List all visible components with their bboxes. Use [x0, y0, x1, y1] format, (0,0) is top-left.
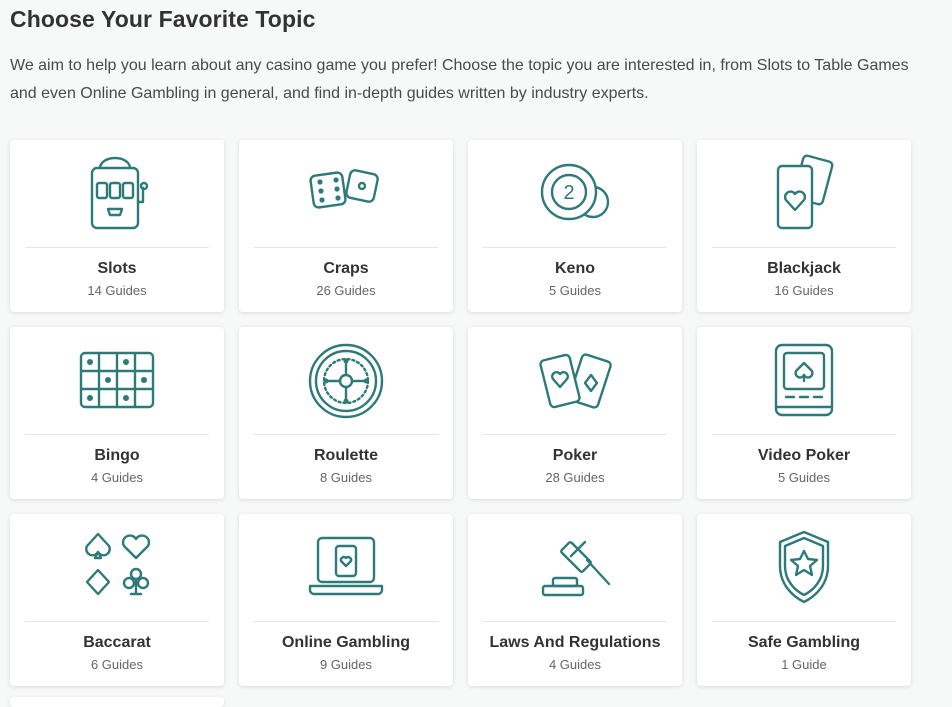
- topic-guide-count: 4 Guides: [548, 657, 602, 672]
- topic-name: Bingo: [94, 447, 140, 464]
- topic-card-craps[interactable]: Craps 26 Guides: [239, 140, 453, 312]
- topic-guide-count: 1 Guide: [781, 657, 827, 672]
- topic-guide-count: 28 Guides: [545, 470, 605, 485]
- topic-card-video-poker[interactable]: Video Poker 5 Guides: [697, 327, 911, 499]
- laptop-card-icon: [306, 528, 386, 608]
- video-poker-machine-icon: [764, 341, 844, 421]
- slot-machine-icon: [77, 154, 157, 234]
- page-title: Choose Your Favorite Topic: [10, 6, 316, 32]
- topic-name: Online Gambling: [281, 634, 410, 651]
- card-divider: [712, 434, 896, 435]
- poker-cards-icon: [535, 341, 615, 421]
- svg-text:2: 2: [563, 182, 574, 204]
- topic-name: Poker: [552, 447, 598, 464]
- topic-card-slots[interactable]: Slots 14 Guides: [10, 140, 224, 312]
- topic-card-blackjack[interactable]: Blackjack 16 Guides: [697, 140, 911, 312]
- topic-card-roulette[interactable]: Roulette 8 Guides: [239, 327, 453, 499]
- topic-card-partial[interactable]: [10, 697, 224, 707]
- playing-cards-heart-icon: [764, 154, 844, 234]
- card-suits-icon: [77, 528, 157, 608]
- topic-guide-count: 16 Guides: [774, 283, 834, 298]
- card-divider: [712, 621, 896, 622]
- card-divider: [483, 434, 667, 435]
- topic-name: Roulette: [314, 447, 378, 464]
- topic-guide-count: 14 Guides: [87, 283, 147, 298]
- roulette-wheel-icon: [306, 341, 386, 421]
- card-divider: [712, 247, 896, 248]
- topic-name: Keno: [555, 260, 595, 277]
- topic-guide-count: 8 Guides: [319, 470, 373, 485]
- card-divider: [254, 247, 438, 248]
- topic-name: Baccarat: [83, 634, 151, 651]
- topic-name: Safe Gambling: [747, 634, 861, 651]
- topic-card-laws-and-regulations[interactable]: Laws And Regulations 4 Guides: [468, 514, 682, 686]
- card-divider: [25, 247, 209, 248]
- card-divider: [25, 621, 209, 622]
- topic-guide-count: 26 Guides: [316, 283, 376, 298]
- card-divider: [483, 621, 667, 622]
- topic-guide-count: 6 Guides: [90, 657, 144, 672]
- topic-card-bingo[interactable]: Bingo 4 Guides: [10, 327, 224, 499]
- gavel-icon: [535, 528, 615, 608]
- topic-guide-count: 5 Guides: [777, 470, 831, 485]
- topic-name: Slots: [97, 260, 137, 277]
- card-divider: [483, 247, 667, 248]
- bingo-card-icon: [77, 341, 157, 421]
- card-divider: [25, 434, 209, 435]
- topic-name: Laws And Regulations: [489, 634, 661, 651]
- topic-guide-count: 4 Guides: [90, 470, 144, 485]
- keno-balls-icon: 2: [535, 154, 615, 234]
- card-divider: [254, 621, 438, 622]
- topic-card-keno[interactable]: 2 Keno 5 Guides: [468, 140, 682, 312]
- topic-name: Video Poker: [757, 447, 851, 464]
- page-intro: We aim to help you learn about any casin…: [10, 57, 909, 102]
- topic-card-baccarat[interactable]: Baccarat 6 Guides: [10, 514, 224, 686]
- topic-name: Craps: [323, 260, 369, 277]
- topic-guide-count: 5 Guides: [548, 283, 602, 298]
- card-divider: [254, 434, 438, 435]
- topic-card-safe-gambling[interactable]: Safe Gambling 1 Guide: [697, 514, 911, 686]
- topic-name: Blackjack: [767, 260, 841, 277]
- shield-star-icon: [764, 528, 844, 608]
- topics-grid: Slots 14 Guides Craps 26 Guides 2 Keno 5…: [10, 140, 911, 686]
- topic-guide-count: 9 Guides: [319, 657, 373, 672]
- topic-card-poker[interactable]: Poker 28 Guides: [468, 327, 682, 499]
- dice-icon: [306, 154, 386, 234]
- topic-card-online-gambling[interactable]: Online Gambling 9 Guides: [239, 514, 453, 686]
